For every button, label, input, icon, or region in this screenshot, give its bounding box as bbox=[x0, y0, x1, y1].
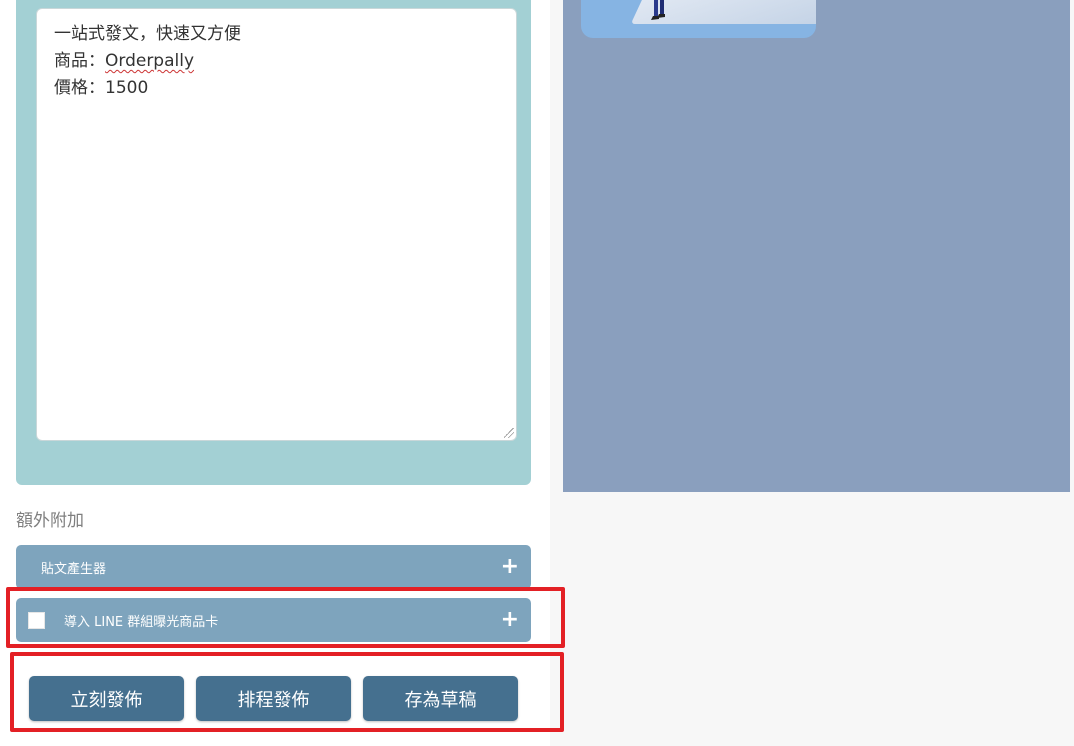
post-generator-accordion[interactable]: 貼文產生器 + bbox=[16, 545, 531, 589]
editor-panel: 一站式發文，快速又方便 商品：Orderpally 價格：1500 bbox=[16, 0, 531, 485]
post-line-2: 商品：Orderpally bbox=[54, 48, 499, 75]
product-name-misspelled: Orderpally bbox=[105, 51, 195, 71]
post-composer-page: 一站式發文，快速又方便 商品：Orderpally 價格：1500 額外附加 貼… bbox=[0, 0, 1074, 746]
illustration-image bbox=[581, 0, 816, 38]
preview-panel bbox=[563, 0, 1070, 492]
extras-section-title: 額外附加 bbox=[16, 511, 84, 531]
annotation-box-line-card bbox=[6, 587, 565, 648]
post-generator-label: 貼文產生器 bbox=[41, 561, 107, 577]
post-line-3: 價格：1500 bbox=[54, 78, 149, 98]
annotation-box-action-buttons bbox=[10, 652, 564, 732]
post-line-1: 一站式發文，快速又方便 bbox=[54, 24, 241, 44]
resize-handle-icon[interactable] bbox=[504, 428, 514, 438]
post-content-textarea[interactable]: 一站式發文，快速又方便 商品：Orderpally 價格：1500 bbox=[36, 8, 517, 441]
product-prefix: 商品： bbox=[54, 51, 105, 71]
person-illustration-icon bbox=[651, 0, 665, 20]
plus-icon[interactable]: + bbox=[501, 556, 519, 578]
